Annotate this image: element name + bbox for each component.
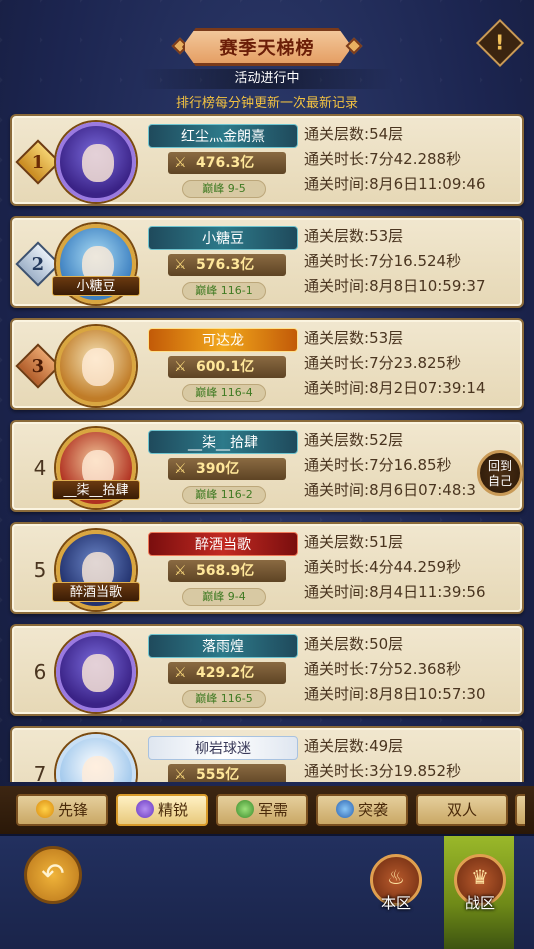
rank-number: 5 — [33, 558, 47, 582]
player-name: 小糖豆 — [148, 226, 298, 250]
category-tabbar: 先锋 精锐 军需 突袭 双人 — [0, 786, 534, 834]
power-value: ⚔ 576.3亿 — [168, 254, 286, 276]
goto-self-button[interactable]: 回到 自己 — [477, 450, 523, 496]
stats: 通关层数:53层 通关时长:7分23.825秒 通关时间:8月2日07:39:1… — [304, 329, 486, 397]
avatar-name: 醉酒当歌 — [52, 582, 140, 602]
trophy-icon: ♛ — [471, 865, 489, 889]
event-status: 活动进行中 — [140, 69, 394, 89]
flame-icon: ♨ — [387, 865, 405, 889]
spiral-icon — [135, 800, 154, 818]
stats: 通关层数:50层 通关时长:7分52.368秒 通关时间:8月8日10:57:3… — [304, 635, 486, 703]
exclamation-icon: ! — [495, 31, 505, 55]
sword-icon: ⚔ — [174, 359, 187, 375]
shield-icon — [35, 800, 54, 818]
tab-vanguard[interactable]: 先锋 — [16, 794, 108, 826]
tab-overflow-edge — [515, 794, 525, 826]
player-name: 可达龙 — [148, 328, 298, 352]
player-name: __柒__拾肆 — [148, 430, 298, 454]
avatar[interactable] — [56, 122, 136, 202]
sword-icon: ⚔ — [174, 665, 187, 681]
stats: 通关层数:53层 通关时长:7分16.524秒 通关时间:8月8日10:59:3… — [304, 227, 486, 295]
rank-number: 7 — [33, 762, 47, 782]
ranking-row[interactable]: 7 柳岩球迷 ⚔ 555亿 通关层数:49层 通关时长:3分19.852秒 — [10, 726, 524, 782]
tier-label: 巅峰 9-4 — [182, 588, 266, 606]
ranking-list[interactable]: 1 红尘灬金朗熹 ⚔ 476.3亿 巅峰 9-5 通关层数:54层 通关时长:7分… — [0, 110, 534, 782]
tier-label: 巅峰 116-1 — [182, 282, 266, 300]
stats: 通关层数:49层 通关时长:3分19.852秒 — [304, 737, 462, 780]
player-name: 红尘灬金朗熹 — [148, 124, 298, 148]
sword-icon: ⚔ — [174, 461, 187, 477]
ranking-row[interactable]: 4 __柒__拾肆 __柒__拾肆 ⚔ 390亿 巅峰 116-2 通关层数:52… — [10, 420, 524, 512]
avatar[interactable] — [56, 632, 136, 712]
sword-icon: ⚔ — [174, 563, 187, 579]
tab-supply[interactable]: 军需 — [216, 794, 308, 826]
rank-badge-bronze: 3 — [15, 343, 61, 389]
power-value: ⚔ 390亿 — [168, 458, 286, 480]
player-name: 柳岩球迷 — [148, 736, 298, 760]
rank-number: 6 — [33, 660, 47, 684]
avatar[interactable] — [56, 734, 136, 782]
page-title: 赛季天梯榜 — [182, 28, 352, 66]
bottom-bar: ↶ ♨ 本区 ♛ 战区 — [0, 834, 534, 949]
back-arrow-icon: ↶ — [41, 857, 65, 890]
power-value: ⚔ 568.9亿 — [168, 560, 286, 582]
sword-icon: ⚔ — [174, 155, 187, 171]
ranking-row[interactable]: 5 醉酒当歌 醉酒当歌 ⚔ 568.9亿 巅峰 9-4 通关层数:51层 通关时长… — [10, 522, 524, 614]
player-name: 落雨煌 — [148, 634, 298, 658]
power-value: ⚔ 600.1亿 — [168, 356, 286, 378]
power-value: ⚔ 429.2亿 — [168, 662, 286, 684]
tab-duo[interactable]: 双人 — [416, 794, 508, 826]
tier-label: 巅峰 116-2 — [182, 486, 266, 504]
ranking-row[interactable]: 2 小糖豆 小糖豆 ⚔ 576.3亿 巅峰 116-1 通关层数:53层 通关时长… — [10, 216, 524, 308]
back-button[interactable]: ↶ — [24, 846, 82, 904]
avatar-name: __柒__拾肆 — [52, 480, 140, 500]
battle-zone-label: 战区 — [464, 894, 495, 912]
player-name: 醉酒当歌 — [148, 532, 298, 556]
rank-badge-gold: 1 — [15, 139, 61, 185]
ranking-row[interactable]: 1 红尘灬金朗熹 ⚔ 476.3亿 巅峰 9-5 通关层数:54层 通关时长:7分… — [10, 114, 524, 206]
power-value: ⚔ 555亿 — [168, 764, 286, 782]
avatar-name: 小糖豆 — [52, 276, 140, 296]
ranking-row[interactable]: 6 落雨煌 ⚔ 429.2亿 巅峰 116-5 通关层数:50层 通关时长:7分5… — [10, 624, 524, 716]
tier-label: 巅峰 116-4 — [182, 384, 266, 402]
rank-number: 4 — [33, 456, 47, 480]
swirl-icon — [335, 800, 354, 818]
tier-label: 巅峰 116-5 — [182, 690, 266, 708]
stats: 通关层数:51层 通关时长:4分44.259秒 通关时间:8月4日11:39:5… — [304, 533, 486, 601]
avatar[interactable] — [56, 326, 136, 406]
sword-icon: ⚔ — [174, 257, 187, 273]
tier-label: 巅峰 9-5 — [182, 180, 266, 198]
update-note: 排行榜每分钟更新一次最新记录 — [175, 96, 358, 111]
ranking-row[interactable]: 3 可达龙 ⚔ 600.1亿 巅峰 116-4 通关层数:53层 通关时长:7分2… — [10, 318, 524, 410]
stats: 通关层数:54层 通关时长:7分42.288秒 通关时间:8月6日11:09:4… — [304, 125, 486, 193]
local-zone-label: 本区 — [380, 894, 411, 912]
leaf-icon — [235, 800, 254, 818]
tab-elite[interactable]: 精锐 — [116, 794, 208, 826]
sword-icon: ⚔ — [174, 767, 187, 782]
tab-raid[interactable]: 突袭 — [316, 794, 408, 826]
power-value: ⚔ 476.3亿 — [168, 152, 286, 174]
